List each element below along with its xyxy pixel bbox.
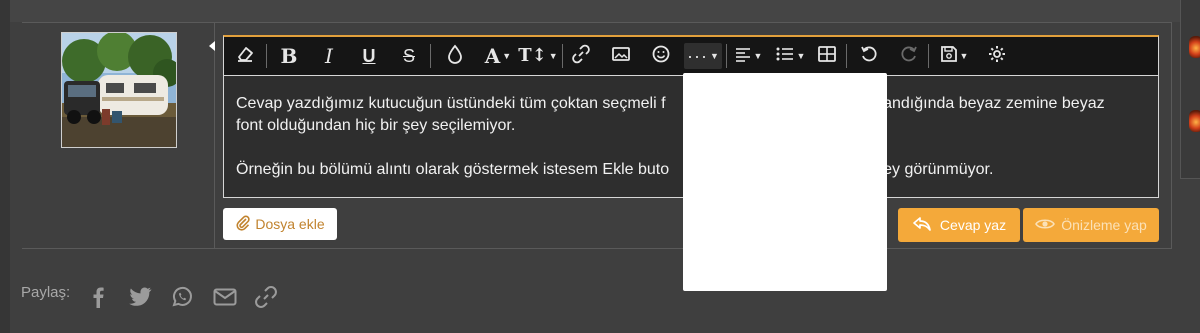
- post-frame-divider: [214, 22, 215, 249]
- post-frame-right: [1171, 22, 1172, 249]
- chevron-down-icon: ▼: [796, 51, 806, 61]
- text-segment: font olduğundan hiç bir şey seçilemiyor.: [236, 117, 516, 134]
- sidebar-avatar-icon[interactable]: [1189, 36, 1200, 58]
- redo-icon: [899, 44, 919, 69]
- top-strip: [0, 0, 1200, 22]
- toolbar-separator: [726, 44, 727, 68]
- link-icon: [571, 44, 591, 69]
- chevron-down-icon: ▼: [753, 51, 763, 61]
- insert-table-button[interactable]: [814, 43, 840, 69]
- insert-image-button[interactable]: [608, 43, 634, 69]
- link-icon[interactable]: [253, 284, 279, 310]
- undo-icon: [859, 44, 879, 69]
- list-button[interactable]: ▼: [772, 43, 808, 69]
- strikethrough-icon: S: [402, 46, 415, 66]
- gear-icon: [987, 44, 1007, 69]
- chevron-down-icon: ▼: [710, 51, 719, 61]
- message-pointer-arrow: [209, 41, 215, 51]
- toolbar-separator: [430, 44, 431, 68]
- bold-icon: B: [280, 44, 298, 68]
- post-frame-bottom: [22, 248, 1172, 249]
- clear-formatting-button[interactable]: [232, 43, 258, 69]
- save-icon: [940, 45, 958, 68]
- right-sidebar-panel: [1180, 0, 1200, 179]
- chevron-down-icon: ▼: [959, 51, 969, 61]
- whatsapp-icon[interactable]: [169, 284, 195, 310]
- avatar[interactable]: [61, 32, 177, 148]
- bold-button[interactable]: B: [276, 43, 302, 69]
- toolbar-separator: [846, 44, 847, 68]
- attach-file-button[interactable]: Dosya ekle: [223, 208, 337, 240]
- preview-label: Önizleme yap: [1061, 217, 1147, 233]
- align-left-icon: [734, 46, 752, 67]
- paperclip-icon: [235, 215, 251, 234]
- chevron-down-icon: ▼: [548, 51, 558, 61]
- underline-icon: U: [362, 46, 376, 66]
- post-frame-top: [22, 22, 1172, 23]
- attach-file-label: Dosya ekle: [255, 216, 325, 232]
- editor-settings-button[interactable]: [984, 43, 1010, 69]
- eye-icon: [1035, 217, 1056, 234]
- underline-button[interactable]: U: [356, 43, 382, 69]
- editor-toolbar: B I U S A ▼ T↕ ▼ ··· ▼ ▼ ▼ ▼: [224, 37, 1158, 76]
- facebook-icon[interactable]: [85, 284, 111, 310]
- sidebar-avatar-icon[interactable]: [1189, 110, 1200, 132]
- italic-icon: I: [325, 44, 333, 68]
- drafts-button[interactable]: ▼: [936, 43, 972, 69]
- insert-link-button[interactable]: [568, 43, 594, 69]
- font-size-icon: T↕: [518, 45, 547, 66]
- more-options-dropdown[interactable]: [683, 73, 887, 291]
- strikethrough-button[interactable]: S: [396, 43, 422, 69]
- eraser-icon: [235, 44, 255, 69]
- italic-button[interactable]: I: [316, 43, 342, 69]
- table-icon: [817, 45, 837, 68]
- email-icon[interactable]: [212, 284, 238, 310]
- text-segment: Cevap yazdığımız kutucuğun üstündeki tüm…: [236, 95, 666, 112]
- redo-button[interactable]: [896, 43, 922, 69]
- font-family-button[interactable]: A ▼: [480, 43, 516, 69]
- preview-button[interactable]: Önizleme yap: [1023, 208, 1159, 242]
- ellipsis-icon: ···: [687, 46, 709, 66]
- more-options-button[interactable]: ··· ▼: [684, 43, 722, 69]
- share-label: Paylaş:: [21, 284, 71, 301]
- reply-icon: [912, 215, 932, 236]
- text-segment: Örneğin bu bölümü alıntı olarak gösterme…: [236, 161, 670, 178]
- align-button[interactable]: ▼: [730, 43, 766, 69]
- text-color-button[interactable]: [442, 43, 468, 69]
- droplet-icon: [446, 44, 464, 69]
- font-size-button[interactable]: T↕ ▼: [518, 43, 558, 69]
- reply-label: Cevap yaz: [939, 217, 1007, 233]
- toolbar-separator: [562, 44, 563, 68]
- font-icon: A: [484, 44, 501, 68]
- undo-button[interactable]: [856, 43, 882, 69]
- toolbar-separator: [266, 44, 267, 68]
- smiley-icon: [651, 44, 671, 69]
- text-segment: şey görünmüyor.: [875, 161, 994, 178]
- toolbar-separator: [928, 44, 929, 68]
- text-segment: klandığında beyaz zemine beyaz: [871, 95, 1105, 112]
- image-icon: [611, 45, 631, 68]
- chevron-down-icon: ▼: [502, 51, 512, 61]
- insert-emoji-button[interactable]: [648, 43, 674, 69]
- left-rail: [0, 0, 10, 333]
- reply-button[interactable]: Cevap yaz: [898, 208, 1020, 242]
- twitter-icon[interactable]: [127, 284, 153, 310]
- bullet-list-icon: [775, 46, 795, 67]
